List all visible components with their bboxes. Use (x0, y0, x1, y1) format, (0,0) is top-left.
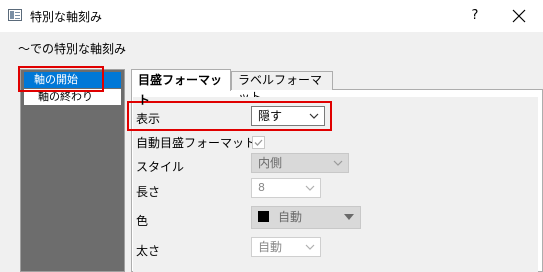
style-dropdown[interactable]: 内側 (251, 153, 349, 173)
style-label: スタイル (136, 160, 185, 174)
highlight-box-list (18, 66, 104, 92)
highlight-box-display (127, 101, 332, 131)
dialog-subheading: 〜での特別な軸刻み (18, 42, 127, 56)
auto-tick-format-checkbox[interactable] (252, 136, 265, 149)
tab-tick-format[interactable]: 目盛フォーマット (131, 69, 231, 107)
thickness-dropdown[interactable]: 自動 (251, 237, 321, 257)
chevron-down-icon (305, 244, 315, 250)
tab-label-format[interactable]: ラベルフォーマット (231, 71, 333, 104)
color-swatch (258, 211, 269, 222)
window-title: 特別な軸刻み (30, 10, 103, 24)
checkmark-icon (254, 139, 263, 146)
thickness-value: 自動 (258, 240, 283, 254)
color-dropdown[interactable]: 自動 (251, 206, 361, 229)
dropdown-arrow-icon (344, 214, 354, 220)
style-value: 内側 (258, 156, 283, 170)
color-value: 自動 (278, 210, 303, 224)
length-label: 長さ (136, 185, 161, 199)
length-dropdown[interactable]: 8 (251, 178, 321, 198)
app-icon (8, 9, 22, 21)
thickness-label: 太さ (136, 244, 161, 258)
length-value: 8 (258, 181, 265, 194)
close-button[interactable] (507, 4, 531, 28)
close-icon (512, 9, 526, 23)
panel-scrollbar[interactable] (518, 97, 538, 272)
auto-tick-format-label: 自動目盛フォーマット (136, 136, 257, 150)
chevron-down-icon (333, 160, 343, 166)
chevron-down-icon (305, 185, 315, 191)
help-button[interactable]: ? (465, 6, 485, 26)
color-label: 色 (136, 214, 149, 228)
